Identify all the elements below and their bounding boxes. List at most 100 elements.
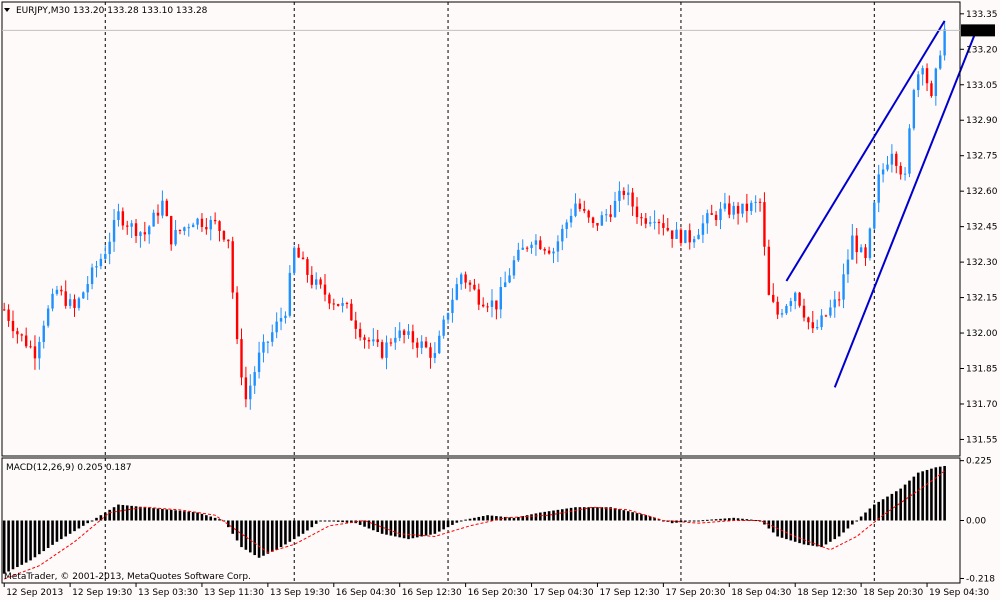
candle-body [187, 227, 190, 229]
candle-body [706, 213, 709, 224]
macd-bar [420, 520, 423, 537]
macd-bar [218, 519, 221, 521]
macd-bar [881, 499, 885, 521]
candle-body [750, 202, 753, 211]
macd-bar [574, 507, 577, 521]
macd-bar [600, 507, 604, 521]
macd-bar [829, 520, 832, 542]
candle-body [20, 334, 23, 336]
candle-body [332, 303, 335, 305]
macd-bar [165, 509, 169, 521]
candle-body [481, 304, 485, 307]
candle-body [51, 293, 54, 309]
macd-bar [112, 507, 116, 521]
candle-body [609, 214, 612, 217]
macd-bar [248, 520, 252, 553]
macd-bar [314, 520, 318, 524]
time-tick-label: 17 Sep 20:30 [665, 588, 725, 598]
candle-body [789, 301, 793, 306]
macd-bar [512, 517, 516, 521]
macd-bar [73, 520, 76, 532]
macd-bar [877, 501, 881, 521]
price-tick-label: 132.90 [966, 116, 998, 126]
candle-body [279, 318, 283, 322]
macd-bar [29, 520, 32, 561]
macd-bar [793, 520, 797, 542]
macd-bar [613, 508, 617, 521]
candle-body [249, 385, 252, 400]
candle-body [42, 325, 45, 342]
candle-body [319, 279, 322, 285]
macd-bar [51, 520, 54, 545]
macd-bar [103, 512, 107, 521]
macd-bar [701, 520, 705, 522]
macd-bar [547, 511, 551, 521]
macd-bar [859, 516, 863, 521]
candle-body [622, 190, 626, 196]
candle-body [657, 221, 661, 224]
candle-body [886, 164, 889, 170]
candle-body [16, 331, 19, 335]
macd-bar [692, 520, 696, 522]
candle-body [46, 308, 50, 326]
candle-body [442, 319, 445, 336]
macd-bar [903, 484, 907, 521]
time-tick-label: 19 Sep 04:30 [929, 588, 989, 598]
candle-body [451, 299, 454, 314]
macd-bar [398, 520, 402, 538]
macd-bar [552, 510, 555, 521]
candle-body [736, 205, 740, 214]
time-tick-label: 13 Sep 19:30 [270, 588, 330, 598]
macd-bar [723, 518, 727, 521]
macd-bar [837, 520, 841, 537]
candle-body [310, 274, 314, 285]
macd-bar [846, 520, 850, 529]
candle-body [679, 229, 683, 243]
time-tick-label: 13 Sep 03:30 [138, 588, 198, 598]
price-chart[interactable]: 133.35 133.20 133.05 132.90 132.75 132.60 132.… [0, 0, 1000, 600]
macd-bar [556, 509, 560, 521]
macd-bar [372, 520, 375, 531]
macd-bar [301, 520, 305, 534]
candle-body [222, 230, 226, 240]
candle-body [930, 83, 933, 97]
macd-bar [560, 509, 564, 521]
candle-body [262, 341, 265, 353]
macd-bar [60, 520, 63, 540]
macd-bar [916, 472, 920, 521]
macd-bar [842, 520, 845, 533]
candle-body [811, 322, 814, 329]
price-tick-label: 132.15 [966, 294, 998, 304]
candle-body [912, 90, 916, 129]
candle-body [565, 222, 568, 229]
macd-bar [200, 513, 204, 521]
candle-body [873, 202, 876, 229]
candle-body [130, 223, 133, 227]
candle-body [433, 353, 437, 358]
macd-bar [24, 520, 28, 563]
candle-body [446, 313, 450, 320]
time-tick-label: 12 Sep 19:30 [72, 588, 132, 598]
macd-bar [930, 468, 933, 521]
candle-body [846, 259, 850, 275]
macd-bar [235, 520, 239, 541]
candle-body [587, 210, 590, 218]
candle-body [824, 315, 828, 317]
macd-bar [451, 520, 454, 525]
candle-body [183, 227, 186, 231]
candle-body [266, 341, 270, 343]
candle-body [398, 330, 401, 338]
macd-bar [943, 465, 946, 521]
candle-body [578, 203, 582, 209]
macd-bar [90, 520, 94, 522]
candle-body [86, 284, 89, 293]
candle-body [134, 223, 138, 236]
candle-body [631, 192, 634, 207]
macd-bar [336, 520, 340, 522]
candle-body [420, 341, 423, 348]
candle-body [890, 153, 894, 165]
candle-body [174, 229, 177, 245]
candle-body [684, 230, 687, 243]
candle-body [301, 257, 305, 260]
candle-body [380, 342, 384, 358]
